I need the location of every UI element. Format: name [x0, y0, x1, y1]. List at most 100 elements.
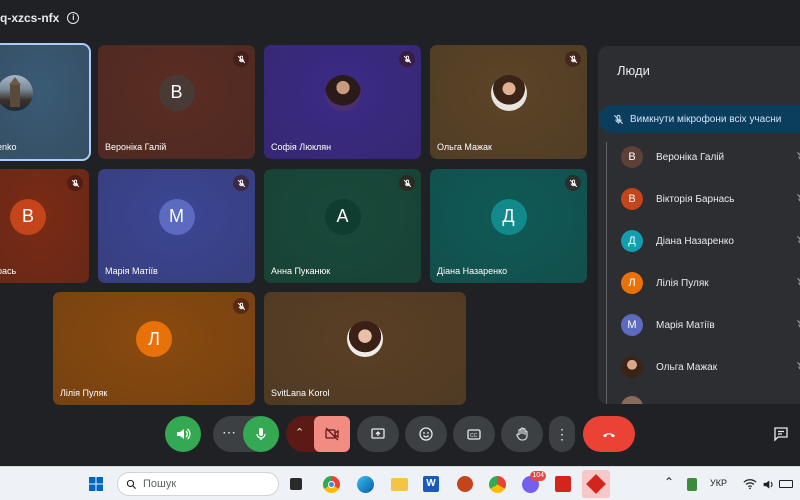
raise-hand-button[interactable]	[501, 416, 543, 452]
info-icon[interactable]: i	[67, 12, 80, 24]
participant-name: Лілія Пуляк	[60, 388, 108, 398]
mic-off-icon	[797, 362, 800, 370]
participant-avatar: Д	[490, 198, 527, 235]
more-horizontal-icon[interactable]: ⋯	[222, 425, 236, 439]
end-call-icon	[603, 433, 615, 438]
muted-mic-icon	[67, 175, 83, 191]
emoji-button[interactable]	[405, 416, 447, 452]
avatar-initial: В	[170, 82, 183, 103]
muted-mic-icon	[565, 175, 581, 191]
captions-button[interactable]: CC	[453, 416, 495, 452]
person-name: Марія Матіїв	[656, 319, 715, 331]
muted-mic-icon	[233, 298, 249, 314]
speaker-icon[interactable]	[758, 474, 778, 494]
person-name: Діана Назаренко	[656, 235, 734, 247]
call-controls: ⋯ ⌃ CC ⋮	[0, 412, 800, 460]
muted-mic-icon	[399, 51, 415, 67]
app-icon[interactable]	[455, 474, 475, 494]
avatar-initial: В	[628, 193, 636, 205]
mic-control-group: ⋯	[213, 416, 279, 452]
tray-chevron-icon[interactable]: ⌃	[664, 475, 674, 489]
meeting-header: q-xzcs-nfx i	[0, 8, 80, 28]
participant-name: enko	[0, 142, 17, 152]
chrome-profile-icon[interactable]	[487, 474, 507, 494]
language-indicator[interactable]: УКР	[710, 478, 727, 488]
list-item[interactable]: В Вікторія Барнась	[621, 184, 800, 214]
file-explorer-icon[interactable]	[389, 474, 409, 494]
task-view-icon[interactable]	[286, 474, 306, 494]
list-item[interactable]: Ольга Мажак	[621, 352, 800, 382]
participant-tile[interactable]: Ольга Мажак	[430, 45, 587, 159]
mic-button[interactable]	[243, 416, 279, 452]
acrobat-icon[interactable]	[553, 474, 573, 494]
mute-all-button[interactable]: Вимкнути мікрофони всіх учасни	[599, 105, 800, 133]
raise-hand-icon	[516, 427, 528, 441]
avatar-initial: М	[169, 206, 184, 227]
avatar-initial: Л	[628, 277, 636, 289]
list-item[interactable]	[621, 392, 800, 404]
person-name: Вікторія Барнась	[656, 193, 735, 205]
chrome-icon[interactable]	[321, 474, 341, 494]
present-button[interactable]	[357, 416, 399, 452]
avatar: Л	[621, 272, 643, 294]
battery-icon[interactable]	[776, 474, 796, 494]
camera-off-button[interactable]	[314, 416, 350, 452]
people-list: В Вероніка Галій В Вікторія Барнась Д Ді…	[606, 142, 800, 404]
participant-avatar: В	[10, 198, 46, 235]
muted-mic-icon	[399, 175, 415, 191]
avatar-initial: А	[336, 206, 349, 227]
mic-off-icon	[614, 114, 623, 124]
avatar: М	[621, 314, 643, 336]
participant-tile[interactable]: М Марія Матіїв	[98, 169, 255, 283]
wifi-icon[interactable]	[740, 474, 760, 494]
taskbar-search-input[interactable]: Пошук	[117, 472, 279, 496]
mic-icon	[256, 428, 266, 440]
muted-mic-icon	[233, 51, 249, 67]
participant-tile[interactable]: enko	[0, 43, 91, 161]
muted-mic-icon	[565, 51, 581, 67]
end-call-button[interactable]	[583, 416, 635, 452]
participant-tile[interactable]: В Вероніка Галій	[98, 45, 255, 159]
emoji-icon	[419, 427, 433, 441]
volume-icon	[177, 428, 191, 440]
muted-mic-icon	[233, 175, 249, 191]
viber-badge: 104	[530, 471, 546, 481]
participant-name: Марія Матіїв	[105, 266, 158, 276]
windows-start-icon[interactable]	[86, 474, 106, 494]
participant-tile[interactable]: Д Діана Назаренко	[430, 169, 587, 283]
list-item[interactable]: В Вероніка Галій	[621, 142, 800, 172]
taskbar: Пошук W 104 ⌃ УКР	[0, 466, 800, 500]
svg-text:CC: CC	[470, 433, 478, 439]
participant-avatar: В	[158, 74, 195, 111]
chat-button[interactable]	[768, 416, 794, 452]
participant-tile[interactable]: В рась	[0, 169, 89, 283]
participant-avatar: Л	[136, 321, 172, 358]
mic-off-icon	[797, 194, 800, 202]
participant-photo	[347, 321, 383, 358]
word-icon[interactable]: W	[421, 474, 441, 494]
avatar-initial: Д	[502, 206, 515, 227]
avatar	[621, 396, 643, 404]
list-item[interactable]: Л Лілія Пуляк	[621, 268, 800, 298]
participant-avatar: М	[158, 198, 195, 235]
participant-tile[interactable]: Софія Люклян	[264, 45, 421, 159]
vpn-icon[interactable]	[682, 474, 702, 494]
participant-tile[interactable]: Л Лілія Пуляк	[53, 292, 255, 405]
list-item[interactable]: М Марія Матіїв	[621, 310, 800, 340]
mic-off-icon	[797, 320, 800, 328]
chevron-up-icon[interactable]: ⌃	[295, 426, 304, 439]
participant-photo	[0, 74, 33, 111]
viber-icon[interactable]: 104	[520, 471, 546, 494]
people-panel-title: Люди	[617, 63, 650, 78]
participant-name: SvitLana Korol	[271, 388, 330, 398]
mic-off-icon	[797, 278, 800, 286]
meet-window: q-xzcs-nfx i enko В Вероніка Галій Софія…	[0, 0, 800, 500]
edge-icon[interactable]	[355, 474, 375, 494]
active-app-icon[interactable]	[582, 470, 610, 498]
participant-tile[interactable]: SvitLana Korol	[264, 292, 466, 405]
more-options-button[interactable]: ⋮	[549, 416, 575, 452]
participant-tile[interactable]: А Анна Пуканюк	[264, 169, 421, 283]
captions-icon: CC	[467, 429, 481, 440]
volume-button[interactable]	[165, 416, 201, 452]
list-item[interactable]: Д Діана Назаренко	[621, 226, 800, 256]
